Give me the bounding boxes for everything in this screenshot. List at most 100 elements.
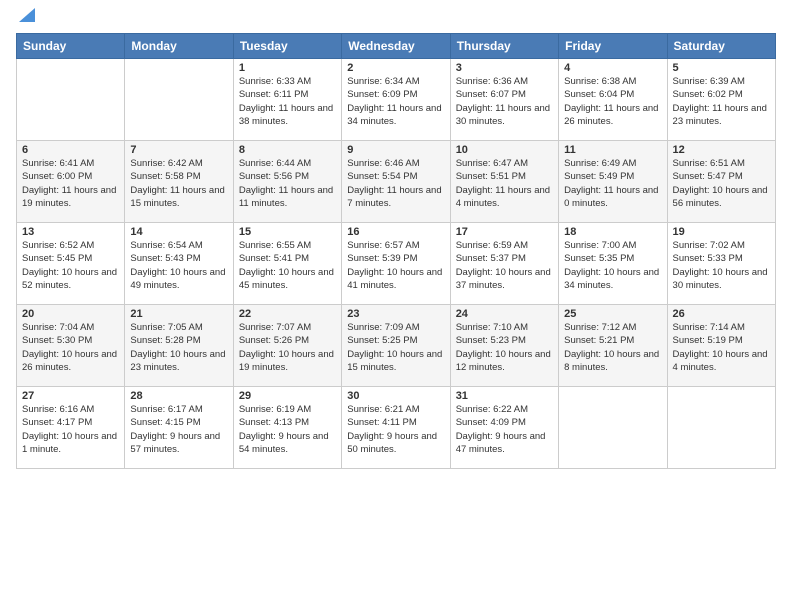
calendar-cell: 10Sunrise: 6:47 AM Sunset: 5:51 PM Dayli…: [450, 141, 558, 223]
calendar-cell: [667, 387, 775, 469]
calendar-cell: 20Sunrise: 7:04 AM Sunset: 5:30 PM Dayli…: [17, 305, 125, 387]
day-number: 21: [130, 308, 227, 320]
day-number: 19: [673, 226, 770, 238]
day-number: 4: [564, 62, 661, 74]
calendar-cell: 14Sunrise: 6:54 AM Sunset: 5:43 PM Dayli…: [125, 223, 233, 305]
calendar-cell: 1Sunrise: 6:33 AM Sunset: 6:11 PM Daylig…: [233, 59, 341, 141]
col-header-wednesday: Wednesday: [342, 34, 450, 59]
day-info: Sunrise: 6:59 AM Sunset: 5:37 PM Dayligh…: [456, 239, 553, 292]
day-info: Sunrise: 6:44 AM Sunset: 5:56 PM Dayligh…: [239, 157, 336, 210]
calendar-cell: 6Sunrise: 6:41 AM Sunset: 6:00 PM Daylig…: [17, 141, 125, 223]
calendar-cell: 23Sunrise: 7:09 AM Sunset: 5:25 PM Dayli…: [342, 305, 450, 387]
day-info: Sunrise: 7:04 AM Sunset: 5:30 PM Dayligh…: [22, 321, 119, 374]
day-info: Sunrise: 6:51 AM Sunset: 5:47 PM Dayligh…: [673, 157, 770, 210]
day-number: 16: [347, 226, 444, 238]
day-number: 25: [564, 308, 661, 320]
day-info: Sunrise: 6:54 AM Sunset: 5:43 PM Dayligh…: [130, 239, 227, 292]
day-info: Sunrise: 7:02 AM Sunset: 5:33 PM Dayligh…: [673, 239, 770, 292]
day-number: 28: [130, 390, 227, 402]
day-info: Sunrise: 6:41 AM Sunset: 6:00 PM Dayligh…: [22, 157, 119, 210]
day-number: 14: [130, 226, 227, 238]
page-header: [16, 10, 776, 25]
day-info: Sunrise: 6:39 AM Sunset: 6:02 PM Dayligh…: [673, 75, 770, 128]
logo: [16, 10, 35, 25]
col-header-saturday: Saturday: [667, 34, 775, 59]
day-info: Sunrise: 6:22 AM Sunset: 4:09 PM Dayligh…: [456, 403, 553, 456]
day-number: 12: [673, 144, 770, 156]
day-number: 20: [22, 308, 119, 320]
calendar-cell: 25Sunrise: 7:12 AM Sunset: 5:21 PM Dayli…: [559, 305, 667, 387]
calendar-cell: 13Sunrise: 6:52 AM Sunset: 5:45 PM Dayli…: [17, 223, 125, 305]
day-info: Sunrise: 6:52 AM Sunset: 5:45 PM Dayligh…: [22, 239, 119, 292]
calendar-cell: 17Sunrise: 6:59 AM Sunset: 5:37 PM Dayli…: [450, 223, 558, 305]
day-number: 26: [673, 308, 770, 320]
calendar-cell: [125, 59, 233, 141]
day-number: 22: [239, 308, 336, 320]
day-info: Sunrise: 6:17 AM Sunset: 4:15 PM Dayligh…: [130, 403, 227, 456]
calendar-cell: 18Sunrise: 7:00 AM Sunset: 5:35 PM Dayli…: [559, 223, 667, 305]
calendar-cell: 28Sunrise: 6:17 AM Sunset: 4:15 PM Dayli…: [125, 387, 233, 469]
calendar-header-row: SundayMondayTuesdayWednesdayThursdayFrid…: [17, 34, 776, 59]
day-info: Sunrise: 6:38 AM Sunset: 6:04 PM Dayligh…: [564, 75, 661, 128]
calendar-cell: 21Sunrise: 7:05 AM Sunset: 5:28 PM Dayli…: [125, 305, 233, 387]
day-number: 17: [456, 226, 553, 238]
col-header-friday: Friday: [559, 34, 667, 59]
day-number: 5: [673, 62, 770, 74]
calendar-week-row: 13Sunrise: 6:52 AM Sunset: 5:45 PM Dayli…: [17, 223, 776, 305]
day-info: Sunrise: 6:46 AM Sunset: 5:54 PM Dayligh…: [347, 157, 444, 210]
day-info: Sunrise: 7:00 AM Sunset: 5:35 PM Dayligh…: [564, 239, 661, 292]
day-number: 10: [456, 144, 553, 156]
calendar-cell: 26Sunrise: 7:14 AM Sunset: 5:19 PM Dayli…: [667, 305, 775, 387]
day-info: Sunrise: 7:05 AM Sunset: 5:28 PM Dayligh…: [130, 321, 227, 374]
day-info: Sunrise: 6:57 AM Sunset: 5:39 PM Dayligh…: [347, 239, 444, 292]
col-header-thursday: Thursday: [450, 34, 558, 59]
day-info: Sunrise: 7:10 AM Sunset: 5:23 PM Dayligh…: [456, 321, 553, 374]
calendar-cell: 8Sunrise: 6:44 AM Sunset: 5:56 PM Daylig…: [233, 141, 341, 223]
day-info: Sunrise: 6:42 AM Sunset: 5:58 PM Dayligh…: [130, 157, 227, 210]
day-info: Sunrise: 7:09 AM Sunset: 5:25 PM Dayligh…: [347, 321, 444, 374]
col-header-monday: Monday: [125, 34, 233, 59]
day-info: Sunrise: 6:36 AM Sunset: 6:07 PM Dayligh…: [456, 75, 553, 128]
calendar-week-row: 6Sunrise: 6:41 AM Sunset: 6:00 PM Daylig…: [17, 141, 776, 223]
day-info: Sunrise: 6:16 AM Sunset: 4:17 PM Dayligh…: [22, 403, 119, 456]
day-info: Sunrise: 6:49 AM Sunset: 5:49 PM Dayligh…: [564, 157, 661, 210]
day-info: Sunrise: 6:34 AM Sunset: 6:09 PM Dayligh…: [347, 75, 444, 128]
day-number: 3: [456, 62, 553, 74]
calendar-cell: 5Sunrise: 6:39 AM Sunset: 6:02 PM Daylig…: [667, 59, 775, 141]
calendar-cell: 30Sunrise: 6:21 AM Sunset: 4:11 PM Dayli…: [342, 387, 450, 469]
day-number: 24: [456, 308, 553, 320]
calendar-cell: 24Sunrise: 7:10 AM Sunset: 5:23 PM Dayli…: [450, 305, 558, 387]
day-number: 8: [239, 144, 336, 156]
day-info: Sunrise: 6:21 AM Sunset: 4:11 PM Dayligh…: [347, 403, 444, 456]
calendar-cell: 11Sunrise: 6:49 AM Sunset: 5:49 PM Dayli…: [559, 141, 667, 223]
day-info: Sunrise: 6:19 AM Sunset: 4:13 PM Dayligh…: [239, 403, 336, 456]
day-info: Sunrise: 6:47 AM Sunset: 5:51 PM Dayligh…: [456, 157, 553, 210]
calendar-cell: 19Sunrise: 7:02 AM Sunset: 5:33 PM Dayli…: [667, 223, 775, 305]
col-header-tuesday: Tuesday: [233, 34, 341, 59]
day-number: 23: [347, 308, 444, 320]
calendar-cell: 22Sunrise: 7:07 AM Sunset: 5:26 PM Dayli…: [233, 305, 341, 387]
calendar-cell: 29Sunrise: 6:19 AM Sunset: 4:13 PM Dayli…: [233, 387, 341, 469]
day-number: 2: [347, 62, 444, 74]
day-info: Sunrise: 6:33 AM Sunset: 6:11 PM Dayligh…: [239, 75, 336, 128]
day-info: Sunrise: 7:07 AM Sunset: 5:26 PM Dayligh…: [239, 321, 336, 374]
day-number: 7: [130, 144, 227, 156]
calendar-cell: 9Sunrise: 6:46 AM Sunset: 5:54 PM Daylig…: [342, 141, 450, 223]
calendar-cell: 7Sunrise: 6:42 AM Sunset: 5:58 PM Daylig…: [125, 141, 233, 223]
calendar-week-row: 20Sunrise: 7:04 AM Sunset: 5:30 PM Dayli…: [17, 305, 776, 387]
day-number: 1: [239, 62, 336, 74]
calendar-cell: [17, 59, 125, 141]
day-number: 30: [347, 390, 444, 402]
calendar-cell: 3Sunrise: 6:36 AM Sunset: 6:07 PM Daylig…: [450, 59, 558, 141]
calendar-cell: 27Sunrise: 6:16 AM Sunset: 4:17 PM Dayli…: [17, 387, 125, 469]
calendar-table: SundayMondayTuesdayWednesdayThursdayFrid…: [16, 33, 776, 469]
day-number: 18: [564, 226, 661, 238]
calendar-week-row: 1Sunrise: 6:33 AM Sunset: 6:11 PM Daylig…: [17, 59, 776, 141]
day-number: 31: [456, 390, 553, 402]
day-number: 6: [22, 144, 119, 156]
col-header-sunday: Sunday: [17, 34, 125, 59]
day-number: 13: [22, 226, 119, 238]
calendar-cell: 2Sunrise: 6:34 AM Sunset: 6:09 PM Daylig…: [342, 59, 450, 141]
day-number: 9: [347, 144, 444, 156]
calendar-cell: 12Sunrise: 6:51 AM Sunset: 5:47 PM Dayli…: [667, 141, 775, 223]
